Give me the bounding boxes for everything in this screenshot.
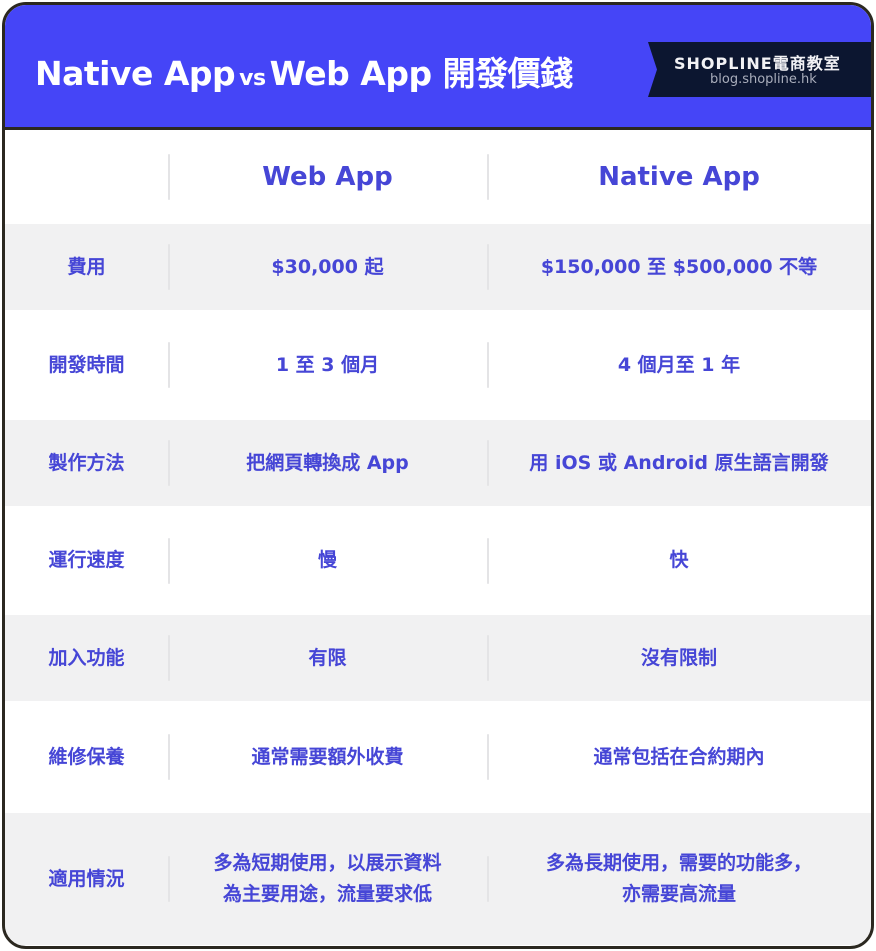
row-label: 開發時間 [48, 353, 125, 376]
native-app-text: 通常包括在合約期內 [593, 745, 765, 768]
table-row: 維修保養 通常需要額外收費 通常包括在合約期內 [5, 701, 871, 813]
web-app-text: 慢 [317, 549, 337, 571]
title-banner: Native App vs Web App 開發價錢 SHOPLINE電商教室 bl… [5, 5, 871, 130]
table-row: 運行速度 慢 快 [5, 506, 871, 615]
table-row: 費用 $30,000 起 $150,000 至 $500,000 不等 [5, 224, 871, 310]
column-divider [168, 342, 170, 388]
row-label: 費用 [67, 255, 106, 278]
web-app-text: 1 至 3 個月 [275, 353, 380, 376]
column-divider [487, 856, 489, 902]
table-row: 加入功能 有限 沒有限制 [5, 615, 871, 701]
title-web-app-cost: Web App 開發價錢 [269, 54, 574, 93]
web-app-text: $30,000 起 [271, 255, 384, 278]
row-label: 維修保養 [48, 745, 125, 768]
column-divider [487, 342, 489, 388]
table-header-row: Web App Native App [5, 130, 871, 224]
column-divider [168, 154, 170, 200]
row-label: 運行速度 [48, 549, 125, 571]
header-web-app: Web App [168, 130, 487, 224]
column-divider [168, 635, 170, 681]
web-app-text: 多為短期使用，以展示資料 為主要用途，流量要求低 [213, 852, 442, 905]
header-web-app-label: Web App [262, 161, 393, 192]
row-label: 適用情況 [48, 867, 125, 890]
native-app-value: 沒有限制 [487, 615, 871, 701]
native-app-text: 用 iOS 或 Android 原生語言開發 [529, 451, 829, 474]
comparison-table: Web App Native App 費用 $30,000 起 $150,000… [5, 130, 871, 945]
web-app-value: 1 至 3 個月 [168, 310, 487, 420]
web-app-value: 慢 [168, 506, 487, 615]
native-app-value: 快 [487, 506, 871, 615]
row-label: 製作方法 [48, 451, 125, 474]
column-divider [487, 244, 489, 290]
table-row: 適用情況 多為短期使用，以展示資料 為主要用途，流量要求低 多為長期使用，需要的… [5, 813, 871, 945]
native-app-text: 快 [669, 549, 689, 571]
column-divider [487, 734, 489, 780]
web-app-value: 把網頁轉換成 App [168, 420, 487, 506]
column-divider [168, 734, 170, 780]
brand-ribbon: SHOPLINE電商教室 blog.shopline.hk [648, 42, 871, 97]
column-divider [168, 440, 170, 486]
web-app-text: 把網頁轉換成 App [246, 451, 409, 474]
page-title: Native App vs Web App 開發價錢 [35, 47, 573, 95]
column-divider [487, 537, 489, 584]
native-app-text: 4 個月至 1 年 [617, 353, 741, 376]
column-divider [487, 635, 489, 681]
column-divider [487, 440, 489, 486]
web-app-value: $30,000 起 [168, 224, 487, 310]
native-app-value: 多為長期使用，需要的功能多， 亦需要高流量 [487, 813, 871, 945]
comparison-card: Native App vs Web App 開發價錢 SHOPLINE電商教室 bl… [2, 2, 874, 949]
web-app-value: 通常需要額外收費 [168, 701, 487, 813]
column-divider [487, 154, 489, 200]
native-app-text: 多為長期使用，需要的功能多， 亦需要高流量 [545, 852, 812, 905]
table-row: 製作方法 把網頁轉換成 App 用 iOS 或 Android 原生語言開發 [5, 420, 871, 506]
native-app-value: $150,000 至 $500,000 不等 [487, 224, 871, 310]
column-divider [168, 244, 170, 290]
native-app-value: 通常包括在合約期內 [487, 701, 871, 813]
web-app-value: 有限 [168, 615, 487, 701]
header-native-app: Native App [487, 130, 871, 224]
column-divider [168, 537, 170, 584]
column-divider [168, 856, 170, 902]
brand-url: blog.shopline.hk [710, 72, 817, 87]
native-app-value: 用 iOS 或 Android 原生語言開發 [487, 420, 871, 506]
header-empty [5, 130, 168, 224]
title-vs: vs [239, 66, 266, 91]
web-app-value: 多為短期使用，以展示資料 為主要用途，流量要求低 [168, 813, 487, 945]
table-row: 開發時間 1 至 3 個月 4 個月至 1 年 [5, 310, 871, 420]
native-app-value: 4 個月至 1 年 [487, 310, 871, 420]
web-app-text: 有限 [308, 646, 347, 669]
header-native-app-label: Native App [598, 161, 760, 192]
row-label: 加入功能 [48, 646, 125, 669]
brand-name: SHOPLINE電商教室 [674, 54, 841, 73]
title-native-app: Native App [35, 54, 236, 93]
native-app-text: $150,000 至 $500,000 不等 [540, 255, 818, 278]
native-app-text: 沒有限制 [640, 646, 717, 669]
web-app-text: 通常需要額外收費 [251, 745, 404, 768]
